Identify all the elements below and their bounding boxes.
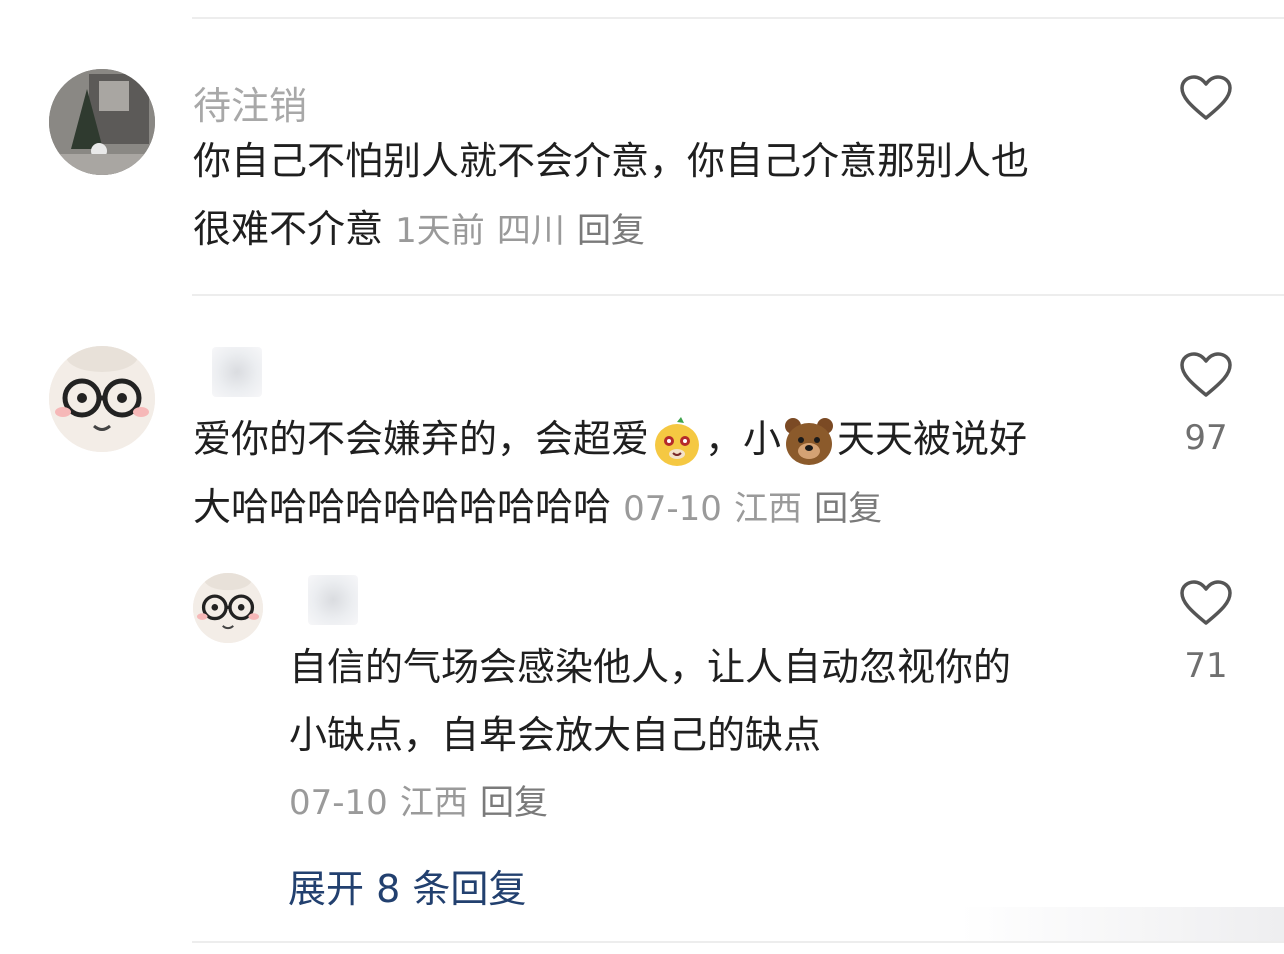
comment-line: 你自己不怕别人就不会介意，你自己介意那别人也 [193, 139, 1030, 183]
comment-line: 很难不介意 [193, 207, 384, 251]
reply-text: 自信的气场会感染他人，让人自动忽视你的 小缺点，自卑会放大自己的缺点 [289, 633, 1011, 769]
comment-location: 四川 [496, 211, 565, 251]
reply-button[interactable]: 回复 [814, 489, 882, 529]
comment-location: 江西 [734, 489, 802, 529]
reply-time: 07-10 [289, 783, 388, 823]
blurred-username[interactable] [308, 575, 358, 625]
bottom-fade [960, 907, 1284, 941]
heart-icon[interactable] [1180, 580, 1232, 626]
reply-line: 小缺点，自卑会放大自己的缺点 [289, 713, 822, 757]
comment-line: 大哈哈哈哈哈哈哈哈哈哈 [193, 485, 612, 529]
reply-button[interactable]: 回复 [577, 211, 645, 251]
heart-icon[interactable] [1180, 75, 1232, 121]
avatar[interactable] [49, 69, 155, 175]
comment-text: 你自己不怕别人就不会介意，你自己介意那别人也 很难不介意 1天前 四川 回复 [193, 127, 1029, 265]
bottom-divider [192, 941, 1284, 943]
reply-line: 自信的气场会感染他人，让人自动忽视你的 [289, 645, 1012, 689]
avatar[interactable] [49, 346, 155, 452]
comment-line-with-meta: 很难不介意 1天前 四川 回复 [193, 195, 1029, 265]
username[interactable]: 待注销 [193, 75, 307, 130]
comment-time: 07-10 [623, 489, 722, 529]
blurred-username[interactable] [212, 347, 262, 397]
reply-meta: 07-10 江西 回复 [289, 767, 548, 837]
expand-replies-button[interactable]: 展开 8 条回复 [288, 858, 526, 913]
comment-text: 爱你的不会嫌弃的，会超爱 ，小 天天被说好 大哈哈哈哈哈哈哈哈哈哈 07-10 … [193, 405, 1027, 543]
comment-line: 爱你的不会嫌弃的，会超爱 ，小 天天被说好 [193, 405, 1027, 473]
reply-button[interactable]: 回复 [480, 783, 548, 823]
comment-text-part: 爱你的不会嫌弃的，会超爱 [193, 417, 650, 461]
comment-line-with-meta: 大哈哈哈哈哈哈哈哈哈哈 07-10 江西 回复 [193, 473, 1027, 543]
smiling-creature-emoji-icon [655, 416, 700, 466]
bear-face-emoji-icon [785, 417, 834, 465]
comment-text-part: ，小 [705, 417, 782, 461]
top-divider [192, 17, 1284, 19]
comment-time: 1天前 [395, 211, 485, 251]
comment-text-part: 天天被说好 [837, 417, 1028, 461]
like-count: 97 [1184, 418, 1228, 458]
heart-icon[interactable] [1180, 352, 1232, 398]
like-count: 71 [1184, 646, 1228, 686]
reply-avatar[interactable] [193, 573, 263, 643]
comment-divider [192, 294, 1284, 296]
reply-location: 江西 [399, 783, 468, 823]
